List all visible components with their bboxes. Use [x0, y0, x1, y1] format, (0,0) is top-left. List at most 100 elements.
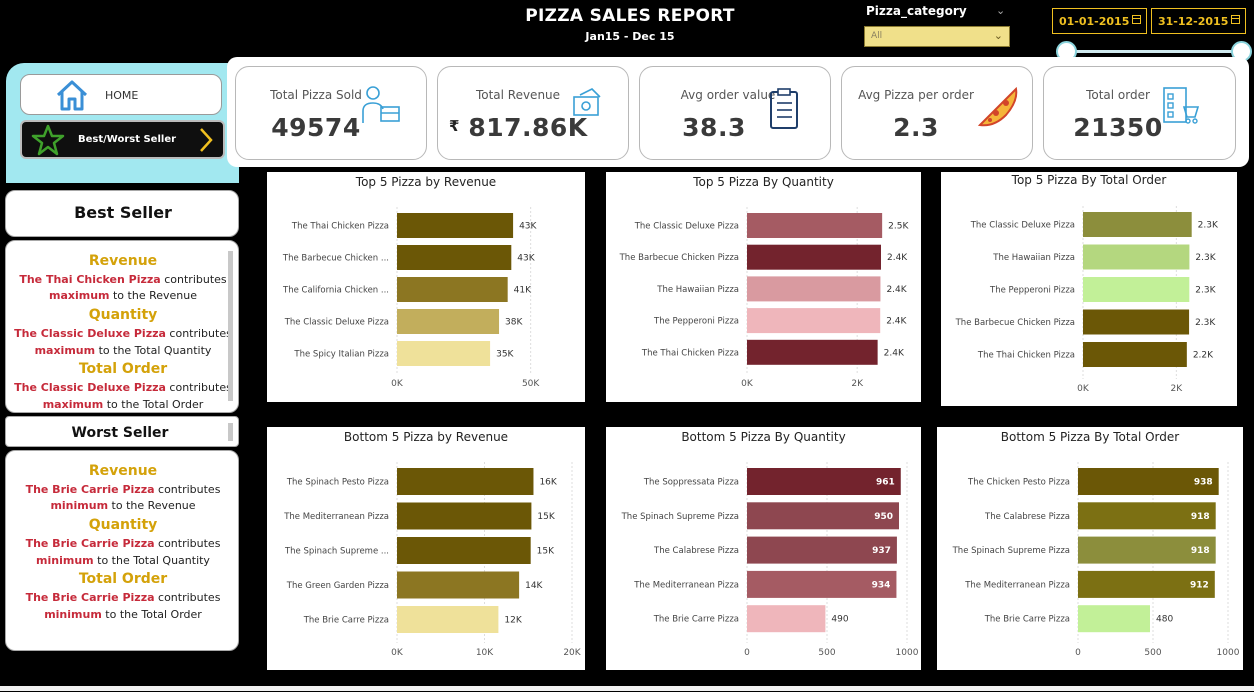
y-category-label: The Calabrese Pizza	[984, 512, 1070, 522]
y-category-label: The Spinach Supreme ...	[284, 547, 389, 557]
y-category-label: The Soppressata Pizza	[643, 478, 739, 488]
report-title: PIZZA SALES REPORT	[525, 6, 735, 26]
x-tick-label: 1000	[896, 648, 919, 658]
bar	[747, 339, 878, 365]
end-date-input[interactable]: 31-12-2015	[1151, 8, 1246, 34]
order-list-icon	[1163, 87, 1200, 124]
bar	[397, 245, 512, 270]
bar	[397, 277, 508, 302]
chevron-down-icon[interactable]: ⌄	[996, 4, 1005, 17]
bar	[397, 571, 520, 599]
bar	[1083, 277, 1190, 302]
x-tick-label: 50K	[522, 379, 540, 389]
bar	[747, 276, 881, 302]
x-tick-label: 500	[818, 648, 835, 658]
data-label: 934	[872, 580, 891, 590]
calendar-icon[interactable]	[1132, 15, 1141, 24]
data-label: 14K	[525, 581, 543, 591]
best-worst-seller-button[interactable]: Best/Worst Seller	[20, 120, 225, 159]
scrollbar[interactable]	[228, 423, 233, 441]
bar	[1083, 309, 1190, 335]
data-label: 12K	[504, 616, 522, 626]
kpi-total-revenue: Total Revenue ₹ 817.86K	[437, 66, 629, 160]
data-label: 2.3K	[1195, 318, 1216, 328]
data-label: 2.4K	[884, 348, 905, 358]
data-label: 938	[1194, 478, 1213, 488]
y-category-label: The Pepperoni Pizza	[989, 286, 1075, 296]
y-category-label: The Mediterranean Pizza	[633, 580, 739, 590]
data-label: 912	[1190, 580, 1209, 590]
y-category-label: The Brie Carre Pizza	[984, 615, 1070, 625]
chart-bottom5-revenue: Bottom 5 Pizza by Revenue 0K 10K 20K The Sp…	[267, 427, 585, 670]
y-category-label: The Barbecue Chicken Pizza	[955, 318, 1075, 328]
insight-line: The Brie Carrie Pizza contributes	[25, 537, 221, 550]
date-range-slider-track[interactable]	[1066, 50, 1242, 53]
data-label: 2.5K	[888, 222, 909, 232]
y-category-label: The Brie Carre Pizza	[653, 615, 739, 625]
x-tick-label: 0	[744, 648, 750, 658]
data-label: 16K	[539, 478, 557, 488]
chart-top5-total-order: Top 5 Pizza By Total Order 0K 2K The Class…	[941, 172, 1237, 406]
insight-line: minimum to the Total Quantity	[36, 554, 210, 567]
kpi-value: 2.3	[893, 113, 939, 142]
data-label: 2.4K	[887, 253, 908, 263]
kpi-label: Avg Pizza per order	[858, 88, 974, 102]
bar	[1078, 605, 1150, 633]
bar	[397, 502, 532, 530]
data-label: 961	[876, 478, 895, 488]
data-label: 480	[1156, 615, 1173, 625]
chart-bottom5-quantity: Bottom 5 Pizza By Quantity 0 500 1000 The S…	[606, 427, 921, 670]
x-tick-label: 500	[1144, 648, 1161, 658]
money-icon	[573, 88, 601, 116]
bar	[397, 537, 531, 564]
y-category-label: The Thai Chicken Pizza	[641, 348, 739, 358]
y-category-label: The California Chicken ...	[282, 286, 389, 296]
data-label: 2.3K	[1198, 221, 1219, 231]
insight-heading: Revenue	[88, 463, 158, 479]
worst-seller-header: Worst Seller	[5, 416, 239, 447]
bar	[397, 468, 534, 495]
home-button[interactable]: HOME	[20, 74, 222, 115]
data-label: 41K	[514, 286, 532, 296]
bar	[397, 213, 514, 238]
pizza-slice-icon	[977, 86, 1018, 127]
data-label: 35K	[496, 350, 514, 360]
insight-line: The Thai Chicken Pizza contributes	[19, 273, 227, 286]
x-tick-label: 1000	[1217, 648, 1240, 658]
start-date-input[interactable]: 01-01-2015	[1052, 8, 1147, 34]
x-tick-label: 0	[1075, 648, 1081, 658]
x-tick-label: 2K	[1171, 384, 1184, 394]
data-label: 2.4K	[886, 317, 907, 327]
category-dropdown[interactable]: All ⌄	[864, 26, 1010, 47]
category-slicer-label: Pizza_category	[866, 4, 967, 18]
calendar-icon[interactable]	[1231, 15, 1240, 24]
y-category-label: The Green Garden Pizza	[286, 581, 389, 591]
y-category-label: The Calabrese Pizza	[653, 546, 739, 556]
y-category-label: The Brie Carre Pizza	[303, 616, 389, 626]
data-label: 2.3K	[1195, 286, 1216, 296]
x-tick-label: 0K	[741, 379, 754, 389]
chart-bottom5-total-order: Bottom 5 Pizza By Total Order 0 500 1000 Th…	[937, 427, 1243, 670]
insight-line: maximum to the Total Order	[42, 398, 204, 411]
bar	[397, 309, 500, 334]
x-tick-label: 2K	[851, 379, 864, 389]
y-category-label: The Mediterranean Pizza	[964, 580, 1070, 590]
insight-line: The Classic Deluxe Pizza contributes	[14, 381, 232, 394]
y-category-label: The Mediterranean Pizza	[283, 512, 389, 522]
category-dropdown-value: All	[871, 31, 883, 41]
x-tick-label: 20K	[563, 648, 581, 658]
scrollbar[interactable]	[228, 251, 233, 401]
y-category-label: The Classic Deluxe Pizza	[970, 221, 1075, 231]
data-label: 937	[872, 546, 891, 556]
report-subtitle: Jan15 - Dec 15	[585, 30, 675, 43]
data-label: 2.2K	[1193, 351, 1214, 361]
best-worst-seller-label: Best/Worst Seller	[78, 134, 177, 145]
y-category-label: The Spinach Supreme Pizza	[621, 512, 739, 522]
y-category-label: The Thai Chicken Pizza	[977, 351, 1075, 361]
insight-line: The Brie Carrie Pizza contributes	[25, 591, 221, 604]
bar	[1083, 342, 1187, 367]
bottom-strip	[0, 686, 1254, 691]
clipboard-icon	[770, 88, 798, 129]
x-tick-label: 10K	[476, 648, 494, 658]
data-label: 43K	[517, 254, 535, 264]
